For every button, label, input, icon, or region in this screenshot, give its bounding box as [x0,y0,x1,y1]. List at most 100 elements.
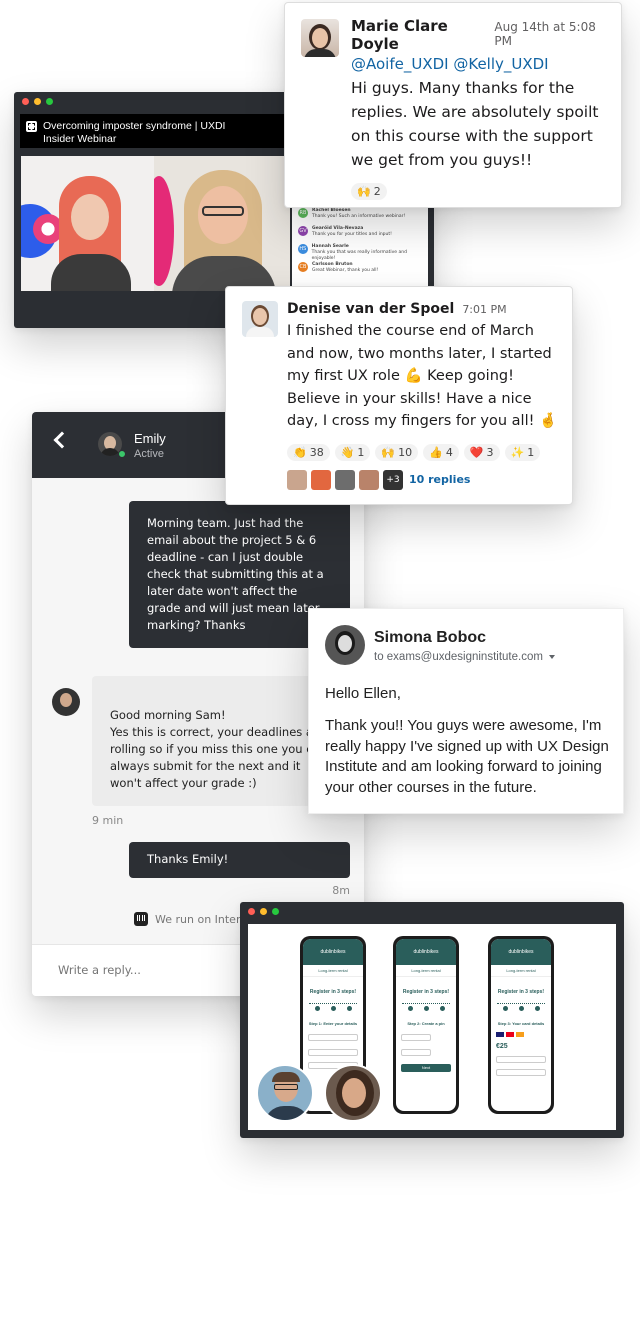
webinar-header-text: Overcoming imposter syndrome | UXDI Insi… [26,120,225,146]
branding-text: We run on Inter [155,912,241,926]
phone-title: Register in 3 steps! [309,989,357,995]
reaction-count: 1 [527,445,535,459]
slack-message-card: Marie Clare Doyle Aug 14th at 5:08 PM @A… [284,2,622,208]
phone-brand: dublinbikes [491,939,551,965]
avatar [287,469,307,490]
prototype-window: dublinbikes Long-term rental Register in… [240,902,624,1138]
reactions-row: 👏 38 👋 1 🙌 10 👍 4 ❤️ 3 ✨ 1 [287,441,560,461]
thumbs-up-icon: 👍 [429,445,443,459]
next-button[interactable]: Next [401,1064,451,1072]
thread-replies[interactable]: +3 10 replies [287,469,560,490]
raised-hands-icon: 🙌 [381,445,396,459]
prototype-canvas: dublinbikes Long-term rental Register in… [248,924,616,1130]
phone-mockup: dublinbikes Long-term rental Register in… [488,936,554,1114]
agent-avatar [52,688,80,716]
payment-amount: €25 [496,1043,508,1050]
close-dot[interactable] [248,908,255,915]
chat-text: Thank you for your titles and input! [312,232,392,237]
phone-step: Step 1: Enter your details [308,1021,358,1026]
speaker-1-face [71,194,109,240]
contact-name: Emily [134,431,166,446]
phone-header: Long-term rental [491,965,551,977]
reaction-count: 3 [486,445,494,459]
chat-name: Rachel Bloesen [312,208,351,213]
reaction-pill[interactable]: 👏 38 [287,443,330,461]
avatar: RB [298,208,308,218]
mentions[interactable]: @Aoife_UXDI @Kelly_UXDI [351,53,607,75]
zoom-icon [26,121,37,132]
reaction-count: 38 [309,445,324,459]
avatar [311,469,331,490]
phone-brand: dublinbikes [396,939,456,965]
online-indicator [118,450,126,458]
message-text: Good morning Sam! Yes this is correct, y… [110,708,327,790]
avatar [359,469,379,490]
wave-icon: 👋 [340,445,355,459]
phone-step: Step 3: Your card details [497,1021,545,1026]
message-body: I finished the course end of March and n… [287,323,558,429]
intercom-branding[interactable]: We run on Inter [134,912,240,926]
slack-message-card: Denise van der Spoel 7:01 PM I finished … [225,286,573,505]
message-text: Thanks Emily! [147,852,229,866]
reaction-pill[interactable]: ✨ 1 [504,443,541,461]
email-recipient[interactable]: to exams@uxdesigninstitute.com [374,651,555,663]
phone-title: Register in 3 steps! [497,989,545,995]
progress-steps [497,1003,545,1011]
maximize-dot[interactable] [46,98,53,105]
timestamp[interactable]: Aug 14th at 5:08 PM [494,20,607,48]
chat-message: HS Hannah Searle Thank you that was reall… [298,244,428,262]
speaker-video-1 [21,156,154,291]
chat-name: Gearóid Vila-Nevaza [312,226,364,231]
chat-message: RB Rachel Bloesen Thank you! Such an info… [298,208,405,220]
intercom-logo-icon [134,912,148,926]
chat-message: CB Carlsson Bruton Great Webinar, thank y… [298,262,378,274]
participant-video [256,1064,314,1122]
sender-name[interactable]: Denise van der Spoel [287,301,454,317]
message-body: Hi guys. Many thanks for the replies. We… [351,79,599,169]
sender-name[interactable]: Marie Clare Doyle [351,17,488,53]
email-body: Thank you!! You guys were awesome, I'm r… [325,717,609,796]
webinar-subtitle: Insider Webinar [43,133,117,145]
avatar [301,19,339,57]
chat-text: Thank you that was really informative an… [311,250,407,261]
reaction-pill[interactable]: 👍 4 [423,443,459,461]
minimize-dot[interactable] [34,98,41,105]
email-sender[interactable]: Simona Boboc [374,629,486,647]
phone-mockup: dublinbikes Long-term rental Register in… [393,936,459,1114]
sparkles-icon: ✨ [510,445,525,459]
clap-icon: 👏 [293,445,307,459]
avatar: HS [298,244,308,254]
user-message-bubble: Thanks Emily! [129,842,350,878]
chat-text: Great Webinar, thank you all! [312,268,379,273]
chat-name: Hannah Searle [311,244,349,249]
message-time: 8m [332,884,350,897]
message-text: Morning team. Just had the email about t… [147,516,324,632]
reaction-pill[interactable]: 🙌 10 [375,443,419,461]
raised-hands-icon: 🙌 [357,185,371,198]
webinar-title: Overcoming imposter syndrome | UXDI [43,120,226,132]
contact-status: Active [134,448,164,460]
back-chevron-icon[interactable] [53,431,71,449]
phone-brand: dublinbikes [303,939,363,965]
progress-steps [309,1003,357,1011]
glasses-icon [274,1084,298,1090]
minimize-dot[interactable] [260,908,267,915]
chat-name: Carlsson Bruton [312,262,353,267]
reaction-pill[interactable]: 👋 1 [334,443,371,461]
avatar: CB [298,262,308,272]
dropdown-arrow-icon[interactable] [548,655,555,659]
reaction-pill[interactable]: ❤️ 3 [463,443,500,461]
speaker-video-2 [154,156,290,291]
phone-header: Long-term rental [303,965,363,977]
maximize-dot[interactable] [272,908,279,915]
timestamp[interactable]: 7:01 PM [462,303,506,316]
more-avatars: +3 [383,469,403,490]
close-dot[interactable] [22,98,29,105]
chat-message: GV Gearóid Vila-Nevaza Thank you for your… [298,226,392,238]
replies-link[interactable]: 10 replies [409,473,470,486]
reaction-count: 2 [373,185,381,198]
reaction-pill[interactable]: 🙌 2 [351,183,387,200]
card-icons [496,1032,546,1037]
recipient-text: to exams@uxdesigninstitute.com [374,651,543,663]
avatar [325,625,365,665]
